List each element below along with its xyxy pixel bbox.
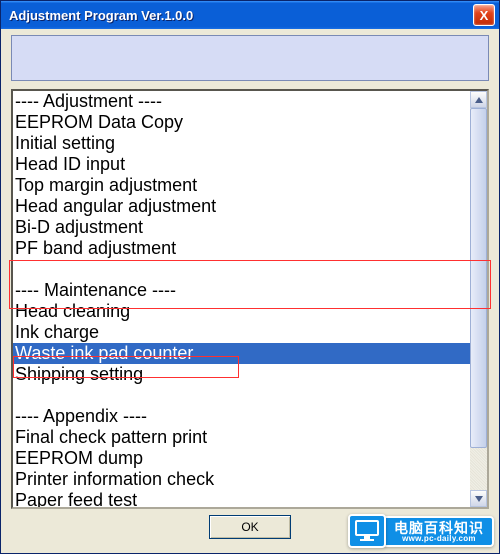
list-item[interactable]: EEPROM dump <box>13 448 470 469</box>
list-header: ---- Adjustment ---- <box>13 91 470 112</box>
scrollbar-track[interactable] <box>470 108 487 490</box>
listbox-container: ---- Adjustment ----EEPROM Data CopyInit… <box>11 89 489 509</box>
list-item[interactable]: Ink charge <box>13 322 470 343</box>
chevron-up-icon <box>475 97 483 103</box>
client-area: ---- Adjustment ----EEPROM Data CopyInit… <box>1 29 499 553</box>
list-item[interactable]: Printer information check <box>13 469 470 490</box>
list-item[interactable]: Head ID input <box>13 154 470 175</box>
scrollbar[interactable] <box>470 91 487 507</box>
list-item[interactable]: Top margin adjustment <box>13 175 470 196</box>
app-window: Adjustment Program Ver.1.0.0 X ---- Adju… <box>0 0 500 554</box>
list-item[interactable]: Initial setting <box>13 133 470 154</box>
list-item[interactable]: Final check pattern print <box>13 427 470 448</box>
list-header: ---- Maintenance ---- <box>13 280 470 301</box>
list-item[interactable]: EEPROM Data Copy <box>13 112 470 133</box>
list-item[interactable]: Bi-D adjustment <box>13 217 470 238</box>
list-blank <box>13 385 470 406</box>
list-item[interactable]: Waste ink pad counter <box>13 343 470 364</box>
list-blank <box>13 259 470 280</box>
listbox[interactable]: ---- Adjustment ----EEPROM Data CopyInit… <box>13 91 470 507</box>
scrollbar-thumb[interactable] <box>470 108 487 448</box>
scroll-up-button[interactable] <box>470 91 487 108</box>
ok-button[interactable]: OK <box>209 515 291 539</box>
list-item[interactable]: Paper feed test <box>13 490 470 507</box>
close-icon: X <box>480 8 489 23</box>
scroll-down-button[interactable] <box>470 490 487 507</box>
window-title: Adjustment Program Ver.1.0.0 <box>9 8 473 23</box>
info-panel <box>11 35 489 81</box>
list-item[interactable]: Head angular adjustment <box>13 196 470 217</box>
list-item[interactable]: Head cleaning <box>13 301 470 322</box>
watermark-en: www.pc-daily.com <box>402 535 476 543</box>
watermark-cn: 电脑百科知识 <box>394 521 484 535</box>
list-item[interactable]: Shipping setting <box>13 364 470 385</box>
chevron-down-icon <box>475 496 483 502</box>
close-button[interactable]: X <box>473 4 495 26</box>
list-item[interactable]: PF band adjustment <box>13 238 470 259</box>
list-header: ---- Appendix ---- <box>13 406 470 427</box>
watermark: 电脑百科知识 www.pc-daily.com <box>348 514 494 548</box>
titlebar[interactable]: Adjustment Program Ver.1.0.0 X <box>1 1 499 29</box>
monitor-icon <box>348 514 386 548</box>
watermark-text: 电脑百科知识 www.pc-daily.com <box>382 516 494 547</box>
